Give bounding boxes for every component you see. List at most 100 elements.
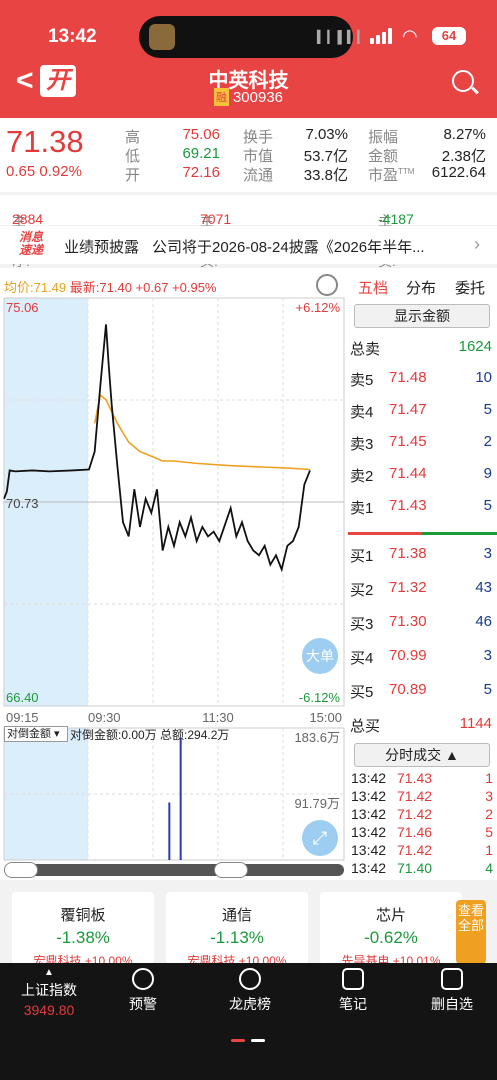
x-tick-label: 09:30	[88, 710, 121, 725]
y-bottom-label: 66.40	[6, 690, 39, 705]
index-name: 上证指数	[21, 982, 77, 998]
status-time: 13:42	[48, 26, 97, 47]
avg-price-label: 均价:71.49	[4, 280, 67, 295]
settings-gear-icon[interactable]	[316, 274, 338, 296]
x-tick-label: 11:30	[202, 710, 234, 725]
remove-watchlist-button[interactable]: 删自选	[425, 963, 479, 1014]
tab-distribution[interactable]: 分布	[406, 277, 436, 298]
quote-value: 6122.64	[431, 164, 486, 181]
quote-key: 换手	[243, 129, 274, 146]
news-text: 公司将于2026-08-24披露《2026年半年...	[152, 239, 425, 256]
latest-price-label: 最新:71.40 +0.67 +0.95%	[69, 280, 217, 295]
big-order-button[interactable]: 大单	[302, 638, 338, 674]
trade-row: 13:42 71.42 1	[351, 842, 493, 858]
audio-wave-icon: ▍▎▌▍▎	[317, 30, 368, 44]
quote-key: 高	[125, 129, 141, 146]
buy-sell-bar-green	[422, 532, 497, 535]
bottom-bar: ▲ 上证指数 3949.80 预警 龙虎榜 笔记 删自选	[0, 963, 497, 1080]
index-widget[interactable]: ▲ 上证指数 3949.80	[14, 967, 84, 1018]
header: 13:42 ▍▎▌▍▎ ◠ 64 < 开 中英科技 融 300936	[0, 0, 497, 118]
volume-y-mid: 91.79万	[294, 796, 340, 811]
quote-value: 75.06	[182, 126, 220, 143]
dynamic-island: ▍▎▌▍▎	[139, 16, 366, 58]
bid-row[interactable]: 买3 71.30 46	[348, 613, 497, 633]
battery-icon: 64	[432, 27, 466, 45]
x-tick-label: 09:15	[6, 710, 39, 725]
scroll-handle-left[interactable]	[4, 862, 38, 878]
media-thumbnail	[149, 24, 175, 50]
scroll-handle-right[interactable]	[214, 862, 248, 878]
indicator-select[interactable]: 对倒金额 ▾	[4, 726, 68, 742]
y-mid-label: 70.73	[6, 496, 39, 511]
view-all-button[interactable]: 查看全部	[456, 900, 486, 964]
quote-value: 8.27%	[443, 126, 486, 143]
quote-key: 流通	[243, 167, 274, 184]
trade-row: 13:42 71.42 2	[351, 806, 493, 822]
dragon-tiger-button[interactable]: 龙虎榜	[222, 963, 278, 1014]
alert-button[interactable]: 预警	[118, 963, 168, 1014]
total-buy-row: 总买 1144	[350, 715, 492, 735]
quote-key: 振幅	[368, 129, 399, 146]
sector-card[interactable]: 通信 -1.13% 宏鼎科技 +10.00%	[166, 892, 308, 964]
volume-bar	[168, 802, 171, 860]
x-tick-label: 15:00	[309, 710, 342, 725]
page-dot	[251, 1039, 265, 1042]
quote-key: 开	[125, 167, 141, 184]
margin-badge: 融	[213, 88, 229, 106]
trade-row: 13:42 71.46 5	[351, 824, 493, 840]
y-top-label: 75.06	[6, 300, 39, 315]
avg-price-line	[93, 393, 311, 471]
trades-toggle-button[interactable]: 分时成交 ▲	[354, 743, 490, 767]
capital-flow: 主力净:2884万 主力买:7071万 主力卖:-4187万	[0, 195, 497, 269]
target-icon	[239, 968, 261, 990]
bid-row[interactable]: 买1 71.38 3	[348, 545, 497, 565]
quote-key: 市盈TTM	[368, 167, 415, 184]
news-category: 业绩预披露	[64, 239, 140, 256]
index-value: 3949.80	[23, 1002, 75, 1018]
bid-row[interactable]: 买2 71.32 43	[348, 579, 497, 599]
quote-value: 69.21	[182, 145, 220, 162]
quote-key: 低	[125, 148, 141, 165]
wifi-icon: ◠	[402, 26, 418, 46]
total-sell-row: 总卖 1624	[350, 338, 492, 358]
edit-icon	[342, 968, 364, 990]
tab-orders[interactable]: 委托	[455, 277, 485, 298]
sector-card[interactable]: 芯片 -0.62% 先导基电 +10.01%	[320, 892, 462, 964]
sector-card[interactable]: 覆铜板 -1.38% 宏鼎科技 +10.00%	[12, 892, 154, 964]
intraday-chart[interactable]: 75.06 66.40 70.73 +6.12% -6.12% 09:15 09:30 11:…	[0, 268, 348, 880]
search-icon[interactable]	[452, 70, 474, 92]
volume-y-top: 183.6万	[294, 730, 340, 745]
pct-bottom-label: -6.12%	[299, 690, 341, 705]
page-dot-active	[231, 1039, 245, 1042]
bid-row[interactable]: 买5 70.89 5	[348, 681, 497, 701]
chevron-right-icon: ›	[474, 234, 480, 254]
chart-svg: 75.06 66.40 70.73 +6.12% -6.12% 09:15 09:30 11:…	[3, 297, 345, 861]
alarm-clock-icon	[132, 968, 154, 990]
quote-value: 7.03%	[305, 126, 348, 143]
ask-row[interactable]: 卖1 71.43 5	[348, 497, 497, 517]
show-amount-button[interactable]: 显示金额	[354, 304, 490, 328]
quote-value: 2.38亿	[441, 148, 486, 165]
ask-row[interactable]: 卖5 71.48 10	[348, 369, 497, 389]
bid-row[interactable]: 买4 70.99 3	[348, 647, 497, 667]
news-ticker[interactable]: 消息速递 业绩预披露 公司将于2026-08-24披露《2026年半年... ›	[0, 226, 497, 264]
trade-row: 13:42 71.43 1	[351, 770, 493, 786]
notes-button[interactable]: 笔记	[328, 963, 378, 1014]
quote-key: 市值	[243, 148, 274, 165]
tab-five-levels[interactable]: 五档	[358, 277, 389, 306]
volume-bar	[179, 737, 182, 860]
ask-row[interactable]: 卖4 71.47 5	[348, 401, 497, 421]
pct-top-label: +6.12%	[296, 300, 341, 315]
quote-panel: 71.38 0.65 0.92% 高 75.06 换手 7.03% 振幅 8.27% 低 69…	[0, 118, 497, 192]
price-change: 0.65 0.92%	[6, 163, 82, 180]
ask-row[interactable]: 卖2 71.44 9	[348, 465, 497, 485]
volume-summary: 对倒金额:0.00万 总额:294.2万	[70, 728, 230, 742]
expand-icon[interactable]: ⤢	[302, 820, 338, 856]
ask-row[interactable]: 卖3 71.45 2	[348, 433, 497, 453]
chart-scrollbar[interactable]	[4, 862, 344, 878]
buy-sell-bar-red	[348, 532, 422, 535]
quote-key: 金额	[368, 148, 399, 165]
sector-cards: 覆铜板 -1.38% 宏鼎科技 +10.00% 通信 -1.13% 宏鼎科技 +10.00…	[0, 882, 497, 964]
trade-row: 13:42 71.42 3	[351, 788, 493, 804]
stock-code: 融 300936	[213, 88, 284, 106]
